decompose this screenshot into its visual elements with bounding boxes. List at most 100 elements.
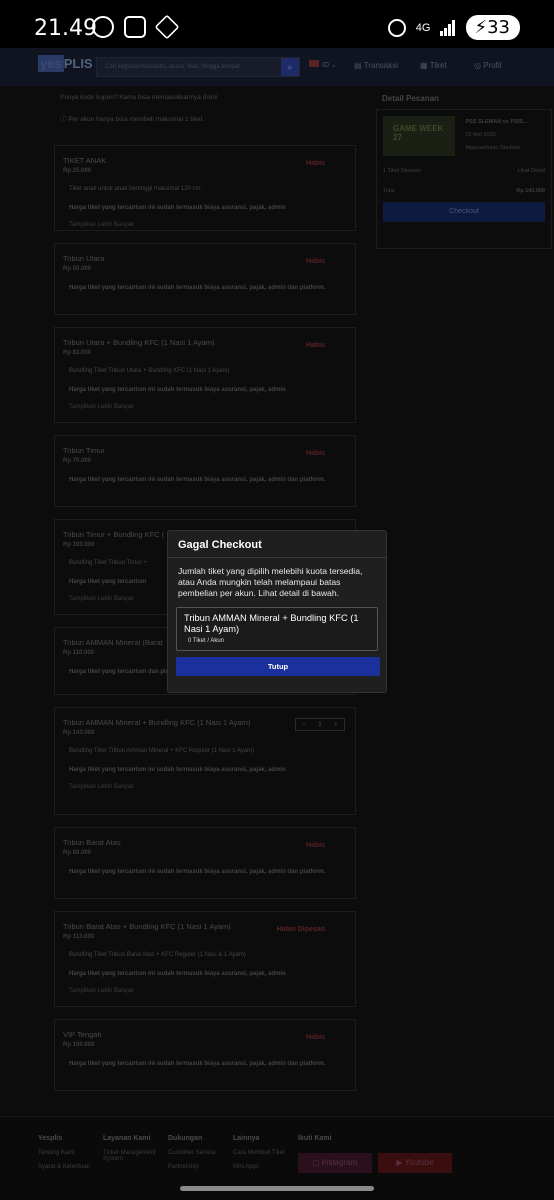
show-more-link[interactable]: Tampilkan Lebih Banyak — [69, 988, 347, 994]
footer-link[interactable]: Mini Apps — [233, 1164, 285, 1170]
ticket-price: Rp 70.000 — [63, 458, 92, 464]
ticket-note: Harga tiket yang tercantum ini sudah ter… — [69, 1061, 326, 1067]
hotspot-icon — [387, 18, 406, 37]
ticket-note: Harga tiket yang tercantum ini sudah ter… — [69, 971, 286, 977]
event-date: 03 Mei 2026 — [465, 132, 496, 138]
ticket-title: TIKET ANAK — [63, 156, 107, 165]
youtube-button[interactable]: ▶ Youtube — [378, 1153, 452, 1173]
nav-profil[interactable]: ◎ Profil — [474, 61, 501, 70]
ticket-note: Harga tiket yang tercantum ini sudah ter… — [69, 477, 326, 483]
order-heading: Detail Pesanan — [382, 94, 439, 103]
ticket-note: Harga tiket yang tercantum ini sudah ter… — [69, 285, 326, 291]
tickets-ordered: 1 Tiket Dipesan — [383, 168, 421, 174]
ticket-price: Rp 113.000 — [63, 934, 95, 940]
battery-indicator: ⚡33 — [466, 15, 520, 40]
modal-message: Jumlah tiket yang dipilih melebihi kuota… — [178, 566, 363, 598]
ticket-card: Tribun Barat Atas Rp 80.000 Habis Harga … — [54, 827, 356, 899]
ticket-title: Tribun Barat Atas — [63, 838, 121, 847]
status-badge: Habis — [305, 1034, 325, 1041]
total-value: Rp 143.000 — [516, 188, 545, 194]
ticket-card-selected: Tribun AMMAN Mineral + Bundling KFC (1 N… — [54, 707, 356, 815]
ticket-card: Tribun Timur Rp 70.000 Habis Harga tiket… — [54, 435, 356, 507]
scan-icon — [124, 16, 146, 38]
event-venue: Maguwoharjo Stadium — [465, 145, 521, 151]
receipt-icon: ▤ — [354, 61, 364, 70]
footer-col: Ikuti Kami — [298, 1135, 332, 1142]
ticket-card: Tribun Utara Rp 50.000 Habis Harga tiket… — [54, 243, 356, 315]
order-summary: Detail Pesanan GAME WEEK 27 PSS SLEMAN v… — [376, 94, 552, 249]
ticket-price: Rp 83.000 — [63, 350, 92, 356]
show-more-link[interactable]: Tampilkan Lebih Banyak — [69, 404, 347, 410]
show-more-link[interactable]: Tampilkan Lebih Banyak — [69, 222, 347, 228]
event-match: PSS SLEMAN vs PSIS... — [465, 119, 528, 125]
total-label: Total — [383, 188, 395, 194]
home-indicator[interactable] — [180, 1186, 374, 1191]
footer-link[interactable]: Cara Membeli Tiket — [233, 1150, 285, 1156]
instagram-icon: ◻ — [312, 1158, 322, 1167]
ticket-price: Rp 80.000 — [63, 850, 92, 856]
status-badge: Habis — [305, 258, 325, 265]
search-icon: ⌕ — [287, 62, 293, 72]
logo[interactable]: yes PLIS — [38, 55, 93, 72]
ticket-card: TIKET ANAK Rp 25.000 Habis Tiket anak un… — [54, 145, 356, 231]
user-icon: ◎ — [474, 61, 484, 70]
ticket-icon: ▦ — [420, 61, 430, 70]
ticket-card: Tribun Utara + Bundling KFC (1 Nasi 1 Ay… — [54, 327, 356, 423]
status-badge: Habis — [305, 450, 325, 457]
ticket-card: VIP Tengah Rp 150.000 Habis Harga tiket … — [54, 1019, 356, 1091]
search-input[interactable]: Cari kegiatan/kuis/artis, acara, tiket, … — [96, 57, 300, 77]
footer-col: Layanan Kami Ticket Management System — [103, 1135, 165, 1162]
limit-text: ⓘ Per akun hanya bisa membeli maksimal 1… — [60, 116, 205, 123]
ticket-title: Tribun Utara — [63, 254, 105, 263]
language-select[interactable]: ID ⌄ — [309, 60, 337, 69]
status-time: 21.49 — [34, 16, 97, 41]
quantity-value: 1 — [318, 721, 322, 728]
nav-transaksi[interactable]: ▤ Transaksi — [354, 61, 398, 70]
ticket-card: Tribun Barat Atas + Bundling KFC (1 Nasi… — [54, 911, 356, 1007]
flag-icon — [309, 60, 319, 67]
ticket-title: Tribun Utara + Bundling KFC (1 Nasi 1 Ay… — [63, 338, 215, 347]
modal-ticket-name: Tribun AMMAN Mineral + Bundling KFC (1 N… — [184, 613, 359, 634]
notification-icons — [92, 14, 180, 40]
modal-quota: 0 Tiket / Akun — [188, 638, 225, 644]
nav-tiket[interactable]: ▦ Tiket — [420, 61, 447, 70]
coupon-text[interactable]: Punya kode kupon? Kamu bisa memasukkanny… — [60, 94, 350, 101]
status-bar: 21.49 4G ⚡33 — [0, 0, 554, 48]
ticket-desc: Bundling Tiket Tribun Utara + Bundling K… — [69, 368, 230, 374]
ticket-price: Rp 50.000 — [63, 266, 92, 272]
footer-link[interactable]: Ticket Management System — [103, 1150, 165, 1162]
app-icon — [154, 14, 180, 40]
increment-button[interactable]: + — [334, 721, 338, 728]
navbar: yes PLIS Cari kegiatan/kuis/artis, acara,… — [0, 48, 554, 86]
bolt-icon: ⚡ — [474, 17, 488, 38]
footer-link[interactable]: Customer Service — [168, 1150, 216, 1156]
show-more-link[interactable]: Tampilkan Lebih Banyak — [69, 784, 347, 790]
ticket-title: VIP Tengah — [63, 1030, 102, 1039]
ticket-desc: Bundling Tiket Tribun Barat Atas + KFC R… — [69, 952, 246, 958]
search-button[interactable]: ⌕ — [281, 58, 299, 76]
quantity-stepper[interactable]: − 1 + — [294, 718, 345, 731]
ticket-note: Harga tiket yang tercantum ini sudah ter… — [69, 387, 286, 393]
ticket-note: Harga tiket yang tercantum ini sudah ter… — [69, 767, 286, 773]
footer-link[interactable]: Tentang Kami — [38, 1150, 90, 1156]
decrement-button[interactable]: − — [302, 721, 306, 728]
footer-col: Lainnya Cara Membeli Tiket Mini Apps — [233, 1135, 285, 1170]
footer-link[interactable]: Syarat & Ketentuan — [38, 1164, 90, 1170]
checkout-button[interactable]: Checkout — [383, 202, 545, 222]
status-badge: Habis — [305, 160, 325, 167]
close-button[interactable]: Tutup — [176, 657, 380, 676]
checkout-error-modal: Gagal Checkout Jumlah tiket yang dipilih… — [167, 530, 387, 693]
status-badge: Habis — [305, 342, 325, 349]
ticket-title: Tribun Timur — [63, 446, 105, 455]
instagram-button[interactable]: ◻ Instagram — [298, 1153, 372, 1173]
ticket-note: Harga tiket yang tercantum ini sudah ter… — [69, 869, 326, 875]
signal-icon — [440, 19, 456, 36]
footer-col: Dukungan Customer Service Partnership — [168, 1135, 216, 1170]
footer-link[interactable]: Partnership — [168, 1164, 216, 1170]
footer-col: Yesplis Tentang Kami Syarat & Ketentuan — [38, 1135, 91, 1170]
network-type: 4G — [415, 21, 431, 34]
detail-link[interactable]: Lihat Detail — [517, 168, 545, 174]
status-badge: Habis — [305, 842, 325, 849]
ticket-desc: Tiket anak untuk anak bertinggi maksimal… — [69, 186, 203, 192]
event-image: GAME WEEK 27 — [383, 116, 455, 156]
